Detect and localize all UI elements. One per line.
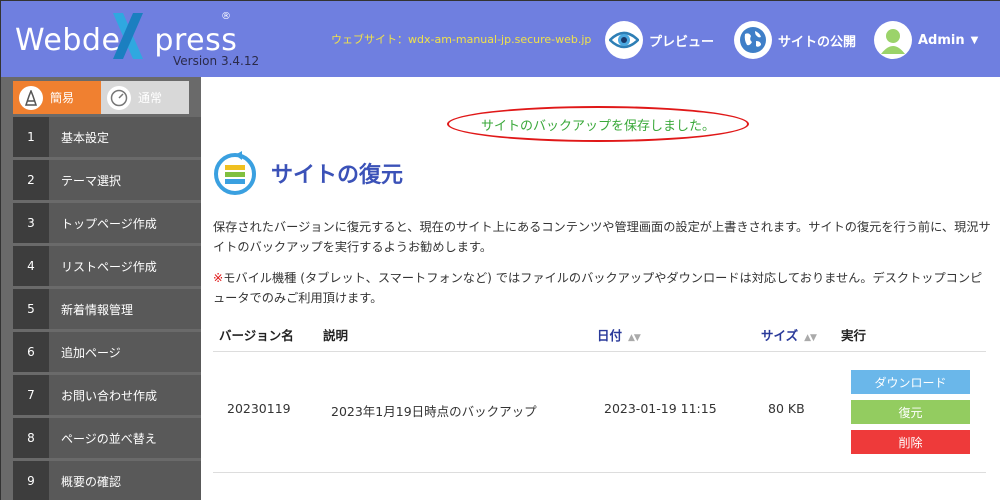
mode-simple-label: 簡易 (50, 91, 75, 105)
nav-label: トップページ作成 (49, 203, 201, 243)
cell-size: 80 KB (768, 401, 805, 416)
app-version: Version 3.4.12 (173, 54, 260, 68)
warning-mark: ※ (213, 271, 224, 285)
nav-number: 4 (13, 246, 49, 286)
sidebar-item-contact-form[interactable]: 7 お問い合わせ作成 (13, 375, 201, 416)
restore-button[interactable]: 復元 (851, 400, 970, 424)
table-header: バージョン名 説明 日付 ▲▼ サイズ ▲▼ 実行 (213, 319, 986, 352)
success-message: サイトのバックアップを保存しました。 (480, 118, 715, 134)
preview-label: プレビュー (649, 34, 715, 50)
restore-description: 保存されたバージョンに復元すると、現在のサイト上にあるコンテンツや管理画面の設定… (213, 220, 991, 254)
publish-site-label: サイトの公開 (778, 34, 857, 50)
mode-normal-label: 通常 (138, 91, 163, 105)
nav-number: 7 (13, 375, 49, 415)
sidebar-item-basic-settings[interactable]: 1 基本設定 (13, 117, 201, 158)
globe-icon (734, 21, 772, 59)
nav-number: 9 (13, 461, 49, 500)
mobile-warning: ※モバイル機種 (タブレット、スマートフォンなど) ではファイルのバックアップや… (213, 268, 991, 308)
nav-label: お問い合わせ作成 (49, 375, 201, 415)
main-content: サイトのバックアップを保存しました。 サイトの復元 保存されたバージョンに復元す… (201, 77, 1000, 500)
nav-number: 1 (13, 117, 49, 157)
column-date[interactable]: 日付 ▲▼ (597, 319, 641, 352)
nav-label: テーマ選択 (49, 160, 201, 200)
sidebar-item-list-page[interactable]: 4 リストページ作成 (13, 246, 201, 287)
user-avatar-icon (874, 21, 912, 59)
app-logo[interactable]: Webde press ® Version 3.4.12 (15, 9, 265, 69)
mode-normal-tab[interactable]: 通常 (101, 81, 189, 114)
app-header: Webde press ® Version 3.4.12 ウェブサイト：wdx-a… (1, 1, 1000, 77)
chevron-down-icon: ▼ (970, 34, 979, 46)
nav-number: 8 (13, 418, 49, 458)
delete-button[interactable]: 削除 (851, 430, 970, 454)
publish-site-button[interactable]: サイトの公開 (734, 20, 856, 60)
column-action: 実行 (841, 328, 867, 343)
admin-menu-button[interactable]: Admin ▼ (874, 20, 978, 60)
sidebar-item-news[interactable]: 5 新着情報管理 (13, 289, 201, 330)
cell-version: 20230119 (227, 401, 291, 416)
column-date-label: 日付 (597, 328, 623, 343)
nav-label: 基本設定 (49, 117, 201, 157)
nav-label: ページの並べ替え (49, 418, 201, 458)
page-header: サイトの復元 (213, 151, 403, 195)
nav-number: 5 (13, 289, 49, 329)
admin-label: Admin (918, 32, 965, 48)
sort-icon: ▲▼ (628, 333, 641, 343)
eye-icon (605, 21, 643, 59)
mode-simple-tab[interactable]: 簡易 (13, 81, 101, 114)
success-notice: サイトのバックアップを保存しました。 (447, 106, 749, 142)
restore-icon (214, 151, 256, 195)
column-size-label: サイズ (761, 328, 799, 343)
nav-label: リストページ作成 (49, 246, 201, 286)
cell-description: 2023年1月19日時点のバックアップ (331, 404, 537, 419)
sidebar-item-page-order[interactable]: 8 ページの並べ替え (13, 418, 201, 459)
cell-date: 2023-01-19 11:15 (604, 401, 717, 416)
column-version: バージョン名 (219, 328, 294, 343)
logo-x-icon (113, 13, 143, 59)
table-row: 20230119 2023年1月19日時点のバックアップ 2023-01-19 … (213, 353, 986, 473)
tower-icon (19, 85, 43, 110)
page-title: サイトの復元 (271, 163, 404, 188)
nav-label: 追加ページ (49, 332, 201, 372)
nav-number: 2 (13, 160, 49, 200)
nav-number: 3 (13, 203, 49, 243)
column-size[interactable]: サイズ ▲▼ (761, 319, 817, 352)
nav-number: 6 (13, 332, 49, 372)
sidebar-item-theme-select[interactable]: 2 テーマ選択 (13, 160, 201, 201)
nav-label: 概要の確認 (49, 461, 201, 500)
nav-label: 新着情報管理 (49, 289, 201, 329)
sidebar-item-overview[interactable]: 9 概要の確認 (13, 461, 201, 500)
sidebar-item-top-page[interactable]: 3 トップページ作成 (13, 203, 201, 244)
download-button[interactable]: ダウンロード (851, 370, 970, 394)
mobile-warning-text: モバイル機種 (タブレット、スマートフォンなど) ではファイルのバックアップやダ… (213, 271, 983, 305)
sort-icon: ▲▼ (804, 333, 817, 343)
sidebar-item-additional-pages[interactable]: 6 追加ページ (13, 332, 201, 373)
preview-button[interactable]: プレビュー (605, 20, 714, 60)
gauge-icon (107, 85, 131, 110)
logo-registered-mark: ® (221, 11, 231, 22)
site-url-label: ウェブサイト：wdx-am-manual-jp.secure-web.jp (331, 33, 592, 46)
mode-switch: 簡易 通常 (13, 81, 189, 114)
column-description: 説明 (323, 328, 349, 343)
